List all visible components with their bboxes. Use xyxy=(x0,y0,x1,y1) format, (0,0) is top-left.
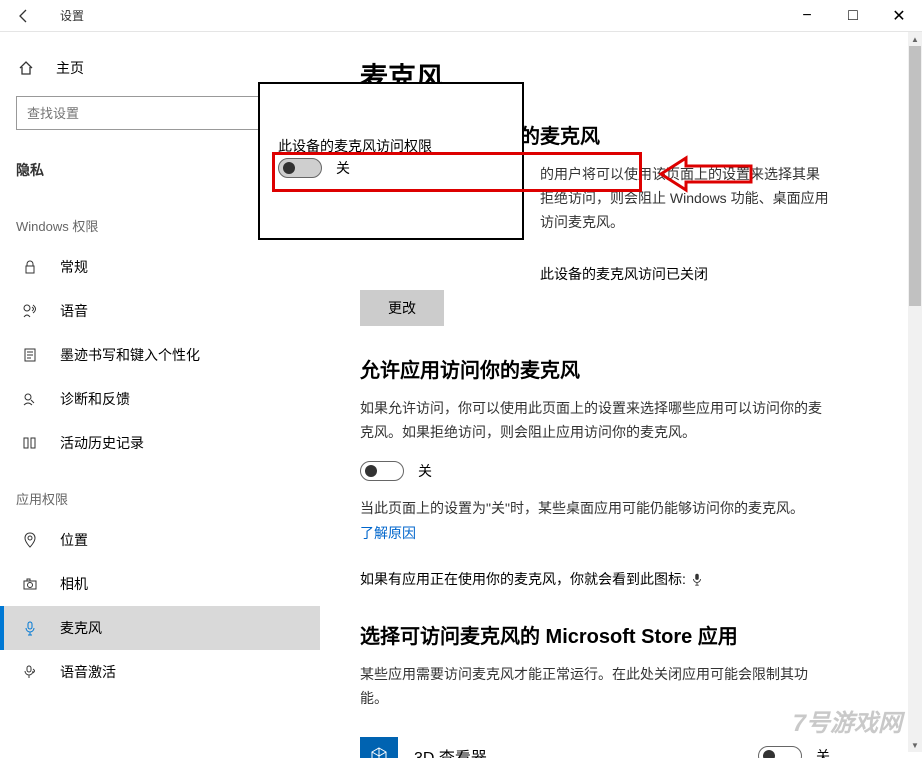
minimize-button[interactable]: − xyxy=(784,0,830,32)
maximize-button[interactable]: □ xyxy=(830,0,876,32)
app-access-toggle-row: 关 xyxy=(360,461,882,481)
maximize-icon: □ xyxy=(848,7,858,25)
sidebar-item-label: 活动历史记录 xyxy=(60,433,144,453)
scrollbar-track[interactable]: ▲ ▼ xyxy=(908,32,922,752)
sidebar-item-label: 常规 xyxy=(60,257,88,277)
close-button[interactable]: ✕ xyxy=(876,0,922,32)
camera-icon xyxy=(20,576,40,592)
microphone-icon xyxy=(20,620,40,636)
device-status-text: 此设备的麦克风访问已关闭 xyxy=(360,264,882,284)
overlay-toggle-label: 关 xyxy=(336,158,350,178)
scroll-up-button[interactable]: ▲ xyxy=(908,32,922,46)
back-icon xyxy=(16,8,32,24)
titlebar-left: 设置 xyxy=(0,0,84,32)
window-controls: − □ ✕ xyxy=(784,0,922,32)
overlay-toggle-row: 关 xyxy=(278,158,350,178)
voice-icon xyxy=(20,664,40,680)
app-access-note: 当此页面上的设置为"关"时，某些桌面应用可能仍能够访问你的麦克风。 xyxy=(360,497,830,521)
mic-usage-line: 如果有应用正在使用你的麦克风，你就会看到此图标: xyxy=(360,567,882,592)
sidebar-item-location[interactable]: 位置 xyxy=(0,518,320,562)
feedback-icon xyxy=(20,391,40,407)
sidebar-item-label: 相机 xyxy=(60,574,88,594)
home-icon xyxy=(16,60,36,76)
sidebar-item-general[interactable]: 常规 xyxy=(0,245,320,289)
sidebar-item-ink[interactable]: 墨迹书写和键入个性化 xyxy=(0,333,320,377)
sidebar-item-camera[interactable]: 相机 xyxy=(0,562,320,606)
mic-indicator-icon xyxy=(690,572,704,586)
sidebar-item-label: 语音激活 xyxy=(60,662,116,682)
sidebar-item-label: 麦克风 xyxy=(60,618,102,638)
section-title-store-apps: 选择可访问麦克风的 Microsoft Store 应用 xyxy=(360,620,882,649)
sidebar-group-apps: 应用权限 xyxy=(0,465,320,518)
window-title: 设置 xyxy=(60,7,84,24)
sidebar-item-label: 语音 xyxy=(60,301,88,321)
change-button[interactable]: 更改 xyxy=(360,290,444,326)
sidebar-item-label: 诊断和反馈 xyxy=(60,389,130,409)
minimize-icon: − xyxy=(802,7,811,25)
app-toggle-3dviewer[interactable] xyxy=(758,746,802,758)
sidebar-item-microphone[interactable]: 麦克风 xyxy=(0,606,320,650)
location-icon xyxy=(20,532,40,548)
titlebar: 设置 − □ ✕ xyxy=(0,0,922,32)
close-icon: ✕ xyxy=(892,6,905,26)
sidebar-item-label: 墨迹书写和键入个性化 xyxy=(60,345,200,365)
history-icon xyxy=(20,435,40,451)
app-tile-icon xyxy=(360,737,398,758)
lock-icon xyxy=(20,259,40,275)
scroll-down-button[interactable]: ▼ xyxy=(908,738,922,752)
sidebar-item-label: 位置 xyxy=(60,530,88,550)
app-access-toggle[interactable] xyxy=(360,461,404,481)
sidebar-item-voiceactivation[interactable]: 语音激活 xyxy=(0,650,320,694)
sidebar-item-speech[interactable]: 语音 xyxy=(0,289,320,333)
speech-icon xyxy=(20,303,40,319)
device-access-overlay: 此设备的麦克风访问权限 关 xyxy=(258,82,524,240)
app-row-left: 3D 查看器 xyxy=(360,737,487,758)
learn-why-link[interactable]: 了解原因 xyxy=(360,525,416,541)
app-access-toggle-label: 关 xyxy=(418,461,432,481)
sidebar-item-history[interactable]: 活动历史记录 xyxy=(0,421,320,465)
section-title-app-access: 允许应用访问你的麦克风 xyxy=(360,354,882,383)
scrollbar-thumb[interactable] xyxy=(909,46,921,306)
overlay-subtitle: 此设备的麦克风访问权限 xyxy=(278,136,432,156)
section-desc-app: 如果允许访问，你可以使用此页面上的设置来选择哪些应用可以访问你的麦克风。如果拒绝… xyxy=(360,397,830,445)
section-desc-store: 某些应用需要访问麦克风才能正常运行。在此处关闭应用可能会限制其功能。 xyxy=(360,663,830,711)
sidebar-home-label: 主页 xyxy=(56,58,84,78)
app-name: 3D 查看器 xyxy=(414,744,487,758)
mic-usage-text: 如果有应用正在使用你的麦克风，你就会看到此图标: xyxy=(360,567,686,592)
app-row-right: 关 xyxy=(758,746,830,758)
app-toggle-label: 关 xyxy=(816,746,830,758)
app-row-3dviewer: 3D 查看器 关 xyxy=(360,725,830,758)
back-button[interactable] xyxy=(0,0,48,32)
ink-icon xyxy=(20,347,40,363)
overlay-toggle[interactable] xyxy=(278,158,322,178)
sidebar-item-feedback[interactable]: 诊断和反馈 xyxy=(0,377,320,421)
